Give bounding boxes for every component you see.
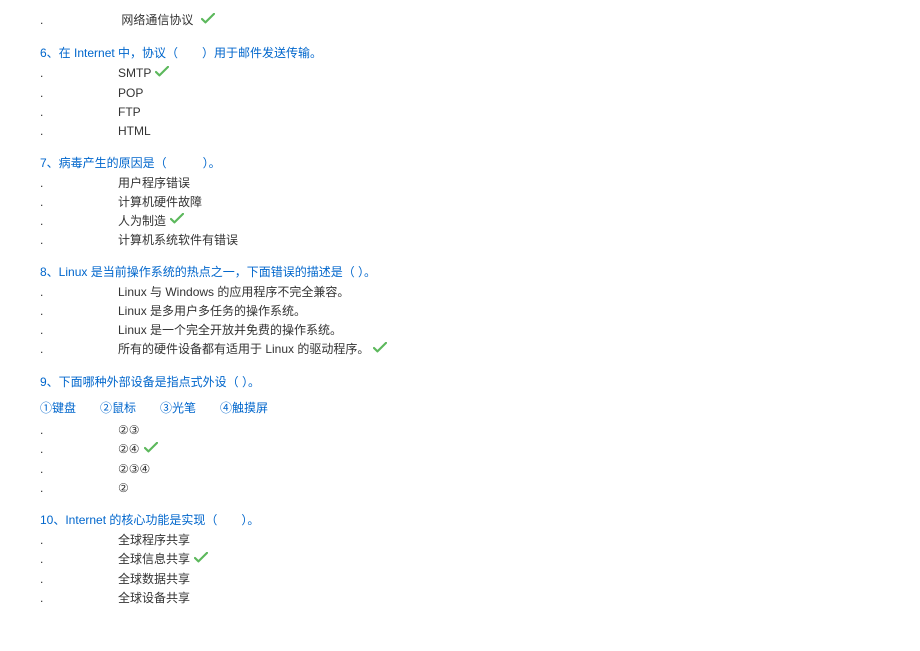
option-text: Linux 与 Windows 的应用程序不完全兼容。 bbox=[80, 285, 349, 299]
check-icon bbox=[155, 65, 169, 83]
option-text: FTP bbox=[80, 105, 141, 119]
option-line: .全球信息共享 bbox=[40, 550, 880, 569]
option-line: .HTML bbox=[40, 122, 880, 140]
bullet: . bbox=[40, 231, 80, 249]
q10-title: 10、Internet 的核心功能是实现（ ）。 bbox=[40, 511, 880, 529]
option-text: 全球信息共享 bbox=[80, 552, 190, 566]
bullet: . bbox=[40, 440, 80, 458]
bullet: . bbox=[40, 570, 80, 588]
bullet: . bbox=[40, 421, 80, 439]
option-text: HTML bbox=[80, 124, 151, 138]
option-line: .SMTP bbox=[40, 64, 880, 83]
option-text: ②③④ bbox=[80, 462, 150, 476]
option-text: 全球数据共享 bbox=[80, 572, 190, 586]
option-text: ②③ bbox=[80, 423, 140, 437]
bullet: . bbox=[40, 531, 80, 549]
bullet: . bbox=[40, 64, 80, 82]
option-text: 所有的硬件设备都有适用于 Linux 的驱动程序。 bbox=[80, 342, 369, 356]
option-line: .FTP bbox=[40, 103, 880, 121]
bullet: . bbox=[40, 302, 80, 320]
q9-subheading: ①键盘 ②鼠标 ③光笔 ④触摸屏 bbox=[40, 399, 880, 417]
bullet: . bbox=[40, 103, 80, 121]
option-line: .人为制造 bbox=[40, 212, 880, 231]
q6-title: 6、在 Internet 中，协议（ ）用于邮件发送传输。 bbox=[40, 44, 880, 62]
bullet: . bbox=[40, 84, 80, 102]
option-line: .全球程序共享 bbox=[40, 531, 880, 549]
bullet: . bbox=[40, 283, 80, 301]
option-text: 用户程序错误 bbox=[80, 176, 190, 190]
bullet: . bbox=[40, 550, 80, 568]
q5-option-trailing: . 网络通信协议 bbox=[40, 11, 880, 30]
option-text: 计算机系统软件有错误 bbox=[80, 233, 238, 247]
bullet: . bbox=[40, 460, 80, 478]
q7-title: 7、病毒产生的原因是（ ）。 bbox=[40, 154, 880, 172]
check-icon bbox=[373, 341, 387, 359]
check-icon bbox=[201, 12, 215, 30]
option-text: 全球程序共享 bbox=[80, 533, 190, 547]
bullet: . bbox=[40, 11, 80, 29]
option-line: .Linux 是一个完全开放并免费的操作系统。 bbox=[40, 321, 880, 339]
q9-title: 9、下面哪种外部设备是指点式外设（ ）。 bbox=[40, 373, 880, 391]
bullet: . bbox=[40, 589, 80, 607]
check-icon bbox=[144, 441, 158, 459]
bullet: . bbox=[40, 212, 80, 230]
option-line: .②④ bbox=[40, 440, 880, 459]
option-line: .计算机系统软件有错误 bbox=[40, 231, 880, 249]
check-icon bbox=[194, 551, 208, 569]
option-line: .全球设备共享 bbox=[40, 589, 880, 607]
option-text: 全球设备共享 bbox=[80, 591, 190, 605]
option-text: ② bbox=[80, 481, 129, 495]
option-line: .POP bbox=[40, 84, 880, 102]
bullet: . bbox=[40, 479, 80, 497]
option-line: .用户程序错误 bbox=[40, 174, 880, 192]
option-line: .② bbox=[40, 479, 880, 497]
option-line: .Linux 与 Windows 的应用程序不完全兼容。 bbox=[40, 283, 880, 301]
bullet: . bbox=[40, 193, 80, 211]
option-line: .Linux 是多用户多任务的操作系统。 bbox=[40, 302, 880, 320]
option-line: .②③④ bbox=[40, 460, 880, 478]
option-text: Linux 是多用户多任务的操作系统。 bbox=[80, 304, 306, 318]
option-text: 计算机硬件故障 bbox=[80, 195, 202, 209]
option-text: POP bbox=[80, 86, 143, 100]
option-line: .②③ bbox=[40, 421, 880, 439]
option-text: SMTP bbox=[80, 66, 151, 80]
option-text: 网络通信协议 bbox=[83, 13, 193, 27]
option-text: Linux 是一个完全开放并免费的操作系统。 bbox=[80, 323, 342, 337]
bullet: . bbox=[40, 321, 80, 339]
check-icon bbox=[170, 212, 184, 230]
bullet: . bbox=[40, 174, 80, 192]
q8-title: 8、Linux 是当前操作系统的热点之一，下面错误的描述是（ ）。 bbox=[40, 263, 880, 281]
bullet: . bbox=[40, 122, 80, 140]
option-text: ②④ bbox=[80, 442, 140, 456]
option-line: .所有的硬件设备都有适用于 Linux 的驱动程序。 bbox=[40, 340, 880, 359]
option-line: .全球数据共享 bbox=[40, 570, 880, 588]
bullet: . bbox=[40, 340, 80, 358]
option-text: 人为制造 bbox=[80, 214, 166, 228]
option-line: .计算机硬件故障 bbox=[40, 193, 880, 211]
